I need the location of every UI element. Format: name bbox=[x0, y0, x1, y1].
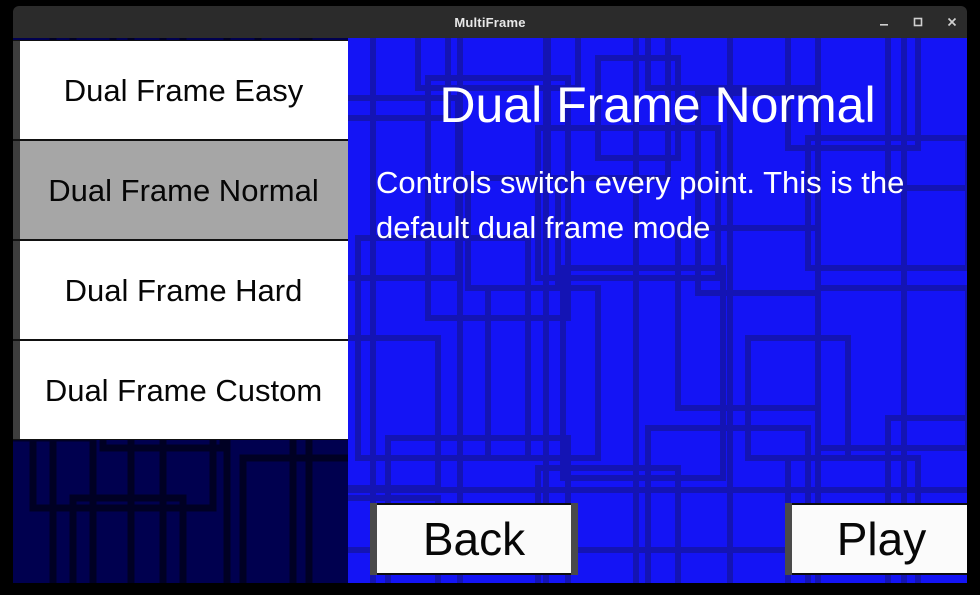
menu-panel: Dual Frame Easy Dual Frame Normal Dual F… bbox=[13, 38, 348, 583]
back-button[interactable]: Back bbox=[370, 503, 578, 575]
maximize-icon[interactable] bbox=[911, 15, 925, 29]
mode-title: Dual Frame Normal bbox=[439, 77, 876, 133]
window-title: MultiFrame bbox=[454, 14, 526, 30]
detail-panel: Dual Frame Normal Controls switch every … bbox=[348, 38, 967, 583]
window-controls bbox=[877, 6, 959, 38]
minimize-icon[interactable] bbox=[877, 15, 891, 29]
menu-item-label: Dual Frame Easy bbox=[63, 72, 304, 108]
menu-item-dual-frame-custom[interactable]: Dual Frame Custom bbox=[13, 340, 348, 440]
title-bar: MultiFrame bbox=[13, 6, 967, 38]
menu-item-dual-frame-hard[interactable]: Dual Frame Hard bbox=[13, 240, 348, 340]
mode-description: Controls switch every point. This is the… bbox=[376, 165, 905, 245]
menu-item-label: Dual Frame Custom bbox=[44, 372, 323, 408]
play-button-label: Play bbox=[836, 513, 927, 565]
menu-item-dual-frame-easy[interactable]: Dual Frame Easy bbox=[13, 40, 348, 140]
menu-item-label: Dual Frame Hard bbox=[64, 272, 303, 308]
menu-item-label: Dual Frame Normal bbox=[48, 172, 319, 208]
menu-item-dual-frame-normal[interactable]: Dual Frame Normal bbox=[13, 140, 348, 240]
back-button-label: Back bbox=[422, 513, 526, 565]
mode-menu: Dual Frame Easy Dual Frame Normal Dual F… bbox=[13, 40, 348, 442]
application-window: MultiFrame Dual Frame Easy Dual Frame No… bbox=[0, 0, 980, 595]
play-button[interactable]: Play bbox=[785, 503, 967, 575]
close-icon[interactable] bbox=[945, 15, 959, 29]
window-content: Dual Frame Easy Dual Frame Normal Dual F… bbox=[13, 38, 967, 583]
